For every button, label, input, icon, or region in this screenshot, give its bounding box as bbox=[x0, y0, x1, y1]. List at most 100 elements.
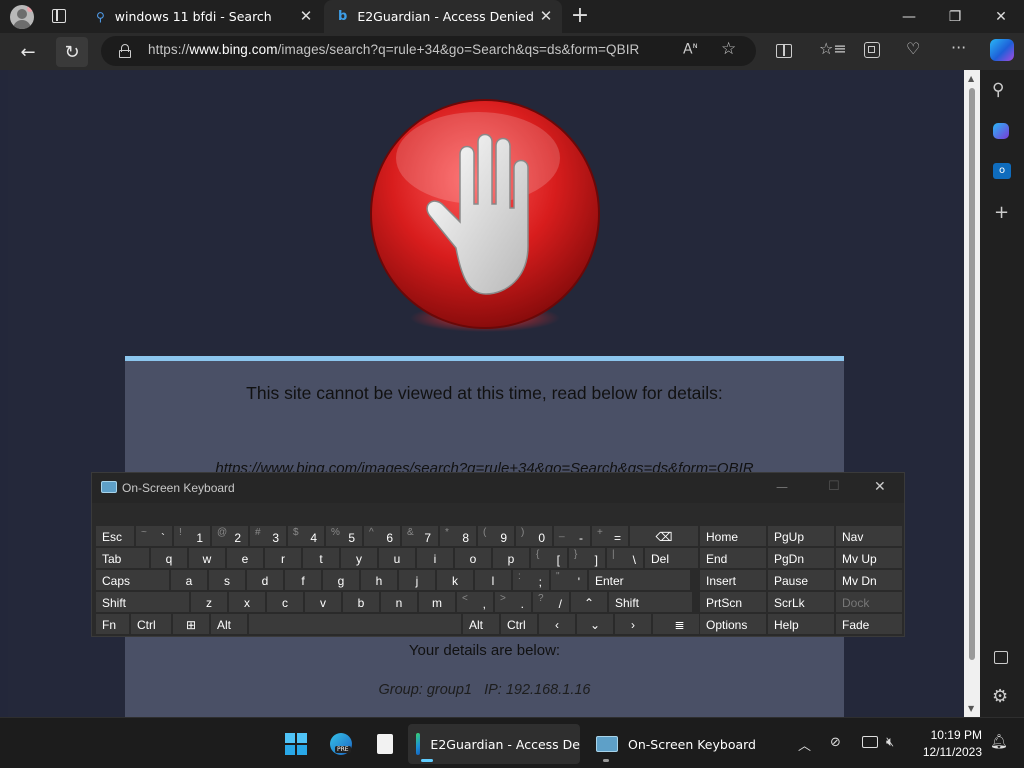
key-2-0[interactable]: Caps bbox=[95, 569, 170, 591]
taskbar-edge-dev-icon[interactable]: PRE bbox=[326, 724, 356, 764]
key-1-4[interactable]: r bbox=[264, 547, 302, 569]
key-1-12[interactable]: }] bbox=[568, 547, 606, 569]
key-0-14[interactable]: ⌫ bbox=[629, 525, 699, 547]
key-0-13[interactable]: + = bbox=[591, 525, 629, 547]
key-3-3[interactable]: c bbox=[266, 591, 304, 613]
key-insert[interactable]: Insert bbox=[699, 569, 767, 591]
key-4-5[interactable]: Alt bbox=[462, 613, 500, 635]
close-tab-icon[interactable]: ✕ bbox=[298, 8, 314, 24]
back-button[interactable]: ← bbox=[12, 37, 44, 67]
osk-minimize-button[interactable]: — bbox=[776, 480, 788, 494]
tab-bing-search[interactable]: ⚲ windows 11 bfdi - Search ✕ bbox=[82, 0, 322, 33]
key-pgdn[interactable]: PgDn bbox=[767, 547, 835, 569]
key-3-7[interactable]: m bbox=[418, 591, 456, 613]
sidebar-layout-icon[interactable] bbox=[994, 651, 1008, 664]
scrollbar-thumb[interactable] bbox=[969, 88, 975, 660]
split-screen-icon[interactable] bbox=[776, 44, 792, 58]
clock-date[interactable]: 12/11/2023 bbox=[916, 745, 982, 759]
lock-icon[interactable] bbox=[119, 44, 131, 58]
close-window-button[interactable]: ✕ bbox=[978, 0, 1024, 33]
copilot-sidebar-icon[interactable] bbox=[993, 123, 1009, 139]
key-0-1[interactable]: ~ ` bbox=[135, 525, 173, 547]
key-4-8[interactable]: ⌄ bbox=[576, 613, 614, 635]
browser-essentials-icon[interactable]: ♡ bbox=[906, 39, 920, 58]
key-1-6[interactable]: y bbox=[340, 547, 378, 569]
key-2-9[interactable]: l bbox=[474, 569, 512, 591]
key-fade[interactable]: Fade bbox=[835, 613, 903, 635]
key-2-7[interactable]: j bbox=[398, 569, 436, 591]
taskbar-file-icon[interactable] bbox=[370, 724, 400, 764]
collections-icon[interactable] bbox=[864, 42, 880, 58]
favorite-star-icon[interactable]: ☆ bbox=[721, 39, 736, 59]
key-0-7[interactable]: ^ 6 bbox=[363, 525, 401, 547]
taskbar-osk-window[interactable]: On-Screen Keyboard bbox=[588, 724, 758, 764]
search-icon[interactable]: ⚲ bbox=[992, 80, 1004, 100]
key-0-3[interactable]: @2 bbox=[211, 525, 249, 547]
osk-close-button[interactable]: ✕ bbox=[874, 479, 886, 495]
key-4-6[interactable]: Ctrl bbox=[500, 613, 538, 635]
key-0-11[interactable]: ) 0 bbox=[515, 525, 553, 547]
key-3-2[interactable]: x bbox=[228, 591, 266, 613]
chevron-up-icon[interactable]: ︿ bbox=[798, 735, 811, 754]
key-4-2[interactable]: ⊞ bbox=[172, 613, 210, 635]
key-3-12[interactable]: Shift bbox=[608, 591, 693, 613]
key-3-1[interactable]: z bbox=[190, 591, 228, 613]
key-dock[interactable]: Dock bbox=[835, 591, 903, 613]
key-4-7[interactable]: ‹ bbox=[538, 613, 576, 635]
key-help[interactable]: Help bbox=[767, 613, 835, 635]
gear-icon[interactable]: ⚙ bbox=[992, 686, 1008, 707]
key-pgup[interactable]: PgUp bbox=[767, 525, 835, 547]
key-2-4[interactable]: f bbox=[284, 569, 322, 591]
key-1-10[interactable]: p bbox=[492, 547, 530, 569]
key-0-0[interactable]: Esc bbox=[95, 525, 135, 547]
tab-actions-icon[interactable] bbox=[52, 9, 66, 23]
refresh-button[interactable]: ↻ bbox=[56, 37, 88, 67]
key-3-5[interactable]: b bbox=[342, 591, 380, 613]
start-button[interactable] bbox=[280, 724, 312, 764]
key-2-3[interactable]: d bbox=[246, 569, 284, 591]
key-3-4[interactable]: v bbox=[304, 591, 342, 613]
key-nav[interactable]: Nav bbox=[835, 525, 903, 547]
restore-button[interactable]: ❐ bbox=[932, 0, 978, 33]
taskbar-edge-window[interactable]: E2Guardian - Access De bbox=[408, 724, 580, 764]
key-1-14[interactable]: Del bbox=[644, 547, 699, 569]
key-prtscn[interactable]: PrtScn bbox=[699, 591, 767, 613]
copilot-icon[interactable] bbox=[990, 39, 1014, 61]
url-text[interactable]: https://www.bing.com/images/search?q=rul… bbox=[148, 42, 639, 57]
key-1-3[interactable]: e bbox=[226, 547, 264, 569]
close-tab-icon[interactable]: ✕ bbox=[538, 8, 554, 24]
key-2-5[interactable]: g bbox=[322, 569, 360, 591]
key-3-0[interactable]: Shift bbox=[95, 591, 190, 613]
new-tab-button[interactable]: + bbox=[568, 3, 592, 29]
key-3-9[interactable]: >. bbox=[494, 591, 532, 613]
key-3-11[interactable]: ⌃ bbox=[570, 591, 608, 613]
osk-title-bar[interactable]: On-Screen Keyboard — ☐ ✕ bbox=[92, 473, 904, 503]
key-0-12[interactable]: _ - bbox=[553, 525, 591, 547]
key-0-6[interactable]: % 5 bbox=[325, 525, 363, 547]
key-3-10[interactable]: ? / bbox=[532, 591, 570, 613]
osk-maximize-button[interactable]: ☐ bbox=[828, 479, 840, 494]
key-2-8[interactable]: k bbox=[436, 569, 474, 591]
key-2-2[interactable]: s bbox=[208, 569, 246, 591]
key-1-1[interactable]: q bbox=[150, 547, 188, 569]
profile-avatar[interactable] bbox=[10, 5, 34, 29]
add-sidebar-app-icon[interactable]: + bbox=[994, 202, 1009, 223]
notification-bell-icon[interactable]: 🔔︎ bbox=[990, 734, 1008, 750]
key-4-0[interactable]: Fn bbox=[95, 613, 130, 635]
key-0-9[interactable]: * 8 bbox=[439, 525, 477, 547]
key-end[interactable]: End bbox=[699, 547, 767, 569]
key-2-10[interactable]: :; bbox=[512, 569, 550, 591]
key-scrlk[interactable]: ScrLk bbox=[767, 591, 835, 613]
clock-time[interactable]: 10:19 PM bbox=[916, 728, 982, 742]
settings-more-icon[interactable]: ··· bbox=[951, 38, 966, 57]
display-icon[interactable] bbox=[862, 736, 878, 748]
key-1-2[interactable]: w bbox=[188, 547, 226, 569]
key-1-8[interactable]: i bbox=[416, 547, 454, 569]
key-mv-dn[interactable]: Mv Dn bbox=[835, 569, 903, 591]
key-0-10[interactable]: (9 bbox=[477, 525, 515, 547]
minimize-button[interactable]: — bbox=[886, 0, 932, 33]
key-3-8[interactable]: <, bbox=[456, 591, 494, 613]
key-1-0[interactable]: Tab bbox=[95, 547, 150, 569]
key-options[interactable]: Options bbox=[699, 613, 767, 635]
key-pause[interactable]: Pause bbox=[767, 569, 835, 591]
